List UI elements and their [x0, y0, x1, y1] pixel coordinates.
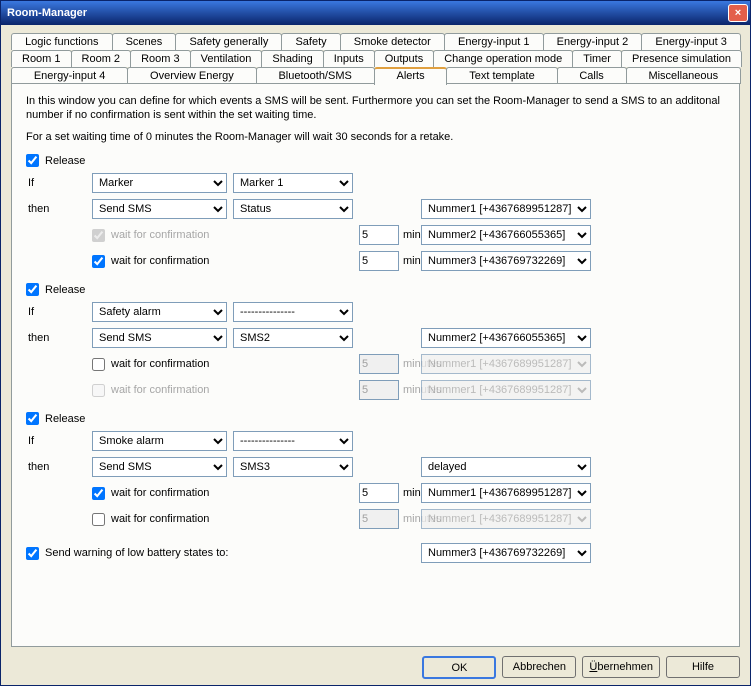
release-checkbox[interactable]: Release [26, 283, 85, 296]
wait-confirmation-checkbox: wait for confirmation [92, 384, 353, 397]
wait-target-select: Nummer1 [+4367689951287] [421, 354, 591, 374]
cancel-button[interactable]: Abbrechen [502, 656, 576, 678]
then-action-select[interactable]: Send SMS [92, 457, 227, 477]
then-action-select[interactable]: Send SMS [92, 328, 227, 348]
wait-target-select: Nummer1 [+4367689951287] [421, 380, 591, 400]
tab-presence-simulation[interactable]: Presence simulation [621, 50, 742, 67]
wait-target-select[interactable]: Nummer3 [+436769732269] [421, 251, 591, 271]
low-battery-target-select[interactable]: Nummer3 [+436769732269] [421, 543, 591, 563]
tab-timer[interactable]: Timer [572, 50, 622, 67]
tab-safety[interactable]: Safety [281, 33, 340, 50]
then-action-select[interactable]: Send SMS [92, 199, 227, 219]
if-label: If [26, 177, 86, 189]
tab-panel-alerts: In this window you can define for which … [11, 83, 740, 647]
wait-confirmation-checkbox[interactable]: wait for confirmation [92, 513, 353, 526]
wait-minutes-input [359, 380, 399, 400]
intro-text-2: For a set waiting time of 0 minutes the … [26, 130, 725, 144]
tab-room-1[interactable]: Room 1 [11, 50, 72, 67]
tab-inputs[interactable]: Inputs [323, 50, 375, 67]
tab-overview-energy[interactable]: Overview Energy [127, 67, 256, 84]
tab-scenes[interactable]: Scenes [112, 33, 177, 50]
tab-room-3[interactable]: Room 3 [130, 50, 191, 67]
tab-energy-input-3[interactable]: Energy-input 3 [641, 33, 741, 50]
wait-minutes-input[interactable] [359, 483, 399, 503]
tab-bluetooth-sms[interactable]: Bluetooth/SMS [256, 67, 375, 84]
wait-minutes-input[interactable] [359, 225, 399, 245]
wait-target-select[interactable]: Nummer2 [+436766055365] [421, 225, 591, 245]
alert-group-3: Release If Smoke alarm --------------- then S… [26, 412, 725, 529]
then-detail-select[interactable]: Status [233, 199, 353, 219]
then-target-select[interactable]: Nummer1 [+4367689951287] [421, 199, 591, 219]
help-button[interactable]: Hilfe [666, 656, 740, 678]
tab-room-2[interactable]: Room 2 [71, 50, 132, 67]
wait-target-select[interactable]: Nummer1 [+4367689951287] [421, 483, 591, 503]
tab-miscellaneous[interactable]: Miscellaneous [626, 67, 741, 84]
then-target-select[interactable]: delayed [421, 457, 591, 477]
wait-confirmation-checkbox[interactable]: wait for confirmation [92, 255, 353, 268]
alert-group-1: Release If Marker Marker 1 then Send SMS Statu… [26, 154, 725, 271]
tab-alerts[interactable]: Alerts [374, 67, 448, 85]
tab-energy-input-4[interactable]: Energy-input 4 [11, 67, 128, 84]
then-label: then [26, 461, 86, 473]
if-detail-select[interactable]: --------------- [233, 431, 353, 451]
tab-ventilation[interactable]: Ventilation [190, 50, 263, 67]
if-detail-select[interactable]: --------------- [233, 302, 353, 322]
tab-calls[interactable]: Calls [557, 67, 627, 84]
tab-text-template[interactable]: Text template [446, 67, 557, 84]
tab-change-operation-mode[interactable]: Change operation mode [433, 50, 573, 67]
tab-energy-input-1[interactable]: Energy-input 1 [444, 33, 544, 50]
low-battery-checkbox[interactable]: Send warning of low battery states to: [26, 547, 415, 560]
wait-confirmation-checkbox: wait for confirmation [92, 229, 353, 242]
if-label: If [26, 435, 86, 447]
wait-confirmation-checkbox[interactable]: wait for confirmation [92, 487, 353, 500]
then-label: then [26, 203, 86, 215]
then-label: then [26, 332, 86, 344]
release-checkbox[interactable]: Release [26, 412, 85, 425]
tab-energy-input-2[interactable]: Energy-input 2 [543, 33, 643, 50]
then-detail-select[interactable]: SMS2 [233, 328, 353, 348]
tab-safety-generally[interactable]: Safety generally [175, 33, 282, 50]
wait-minutes-input [359, 509, 399, 529]
wait-minutes-input [359, 354, 399, 374]
window-title: Room-Manager [7, 7, 87, 19]
wait-minutes-input[interactable] [359, 251, 399, 271]
ok-button[interactable]: OK [422, 656, 496, 679]
apply-button[interactable]: Übernehmen [582, 656, 660, 678]
if-source-select[interactable]: Smoke alarm [92, 431, 227, 451]
wait-confirmation-checkbox[interactable]: wait for confirmation [92, 358, 353, 371]
tab-outputs[interactable]: Outputs [374, 50, 435, 67]
release-checkbox[interactable]: Release [26, 154, 85, 167]
then-target-select[interactable]: Nummer2 [+436766055365] [421, 328, 591, 348]
then-detail-select[interactable]: SMS3 [233, 457, 353, 477]
tab-shading[interactable]: Shading [261, 50, 323, 67]
alert-group-2: Release If Safety alarm --------------- then… [26, 283, 725, 400]
wait-target-select: Nummer1 [+4367689951287] [421, 509, 591, 529]
close-icon[interactable]: × [728, 4, 748, 22]
tab-smoke-detector[interactable]: Smoke detector [340, 33, 445, 50]
if-label: If [26, 306, 86, 318]
if-detail-select[interactable]: Marker 1 [233, 173, 353, 193]
if-source-select[interactable]: Marker [92, 173, 227, 193]
intro-text-1: In this window you can define for which … [26, 94, 725, 122]
tab-logic-functions[interactable]: Logic functions [11, 33, 113, 50]
tabs: Logic functionsScenesSafety generallySaf… [11, 33, 740, 84]
if-source-select[interactable]: Safety alarm [92, 302, 227, 322]
